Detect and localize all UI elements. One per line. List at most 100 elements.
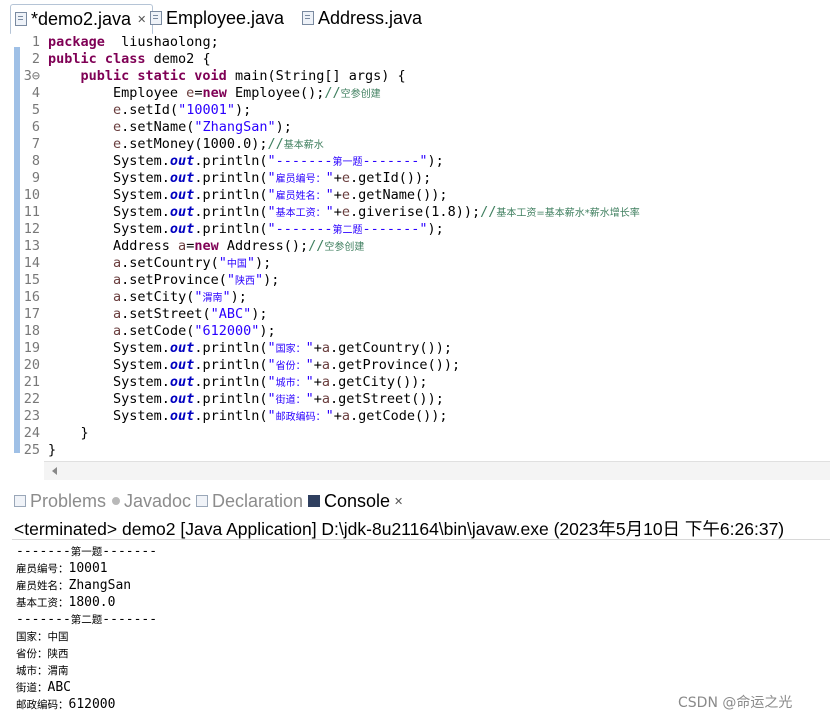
- code-token: +: [333, 170, 342, 186]
- code-line[interactable]: 13 Address a=new Address();//空参创建: [0, 238, 830, 255]
- code-line[interactable]: 6 e.setName("ZhangSan");: [0, 119, 830, 136]
- code-line[interactable]: 15 a.setProvince("陕西");: [0, 272, 830, 289]
- scroll-left-icon[interactable]: [52, 467, 57, 475]
- code-token: +: [333, 204, 342, 220]
- code-line[interactable]: 12 System.out.println("-------第二题-------…: [0, 221, 830, 238]
- tab-problems[interactable]: Problems: [14, 489, 106, 513]
- code-token: e: [113, 136, 122, 152]
- code-line[interactable]: 1 package liushaolong;: [0, 34, 830, 51]
- tab-demo2-java[interactable]: *demo2.java ✕: [10, 4, 154, 35]
- line-number: 4: [31, 85, 40, 101]
- code-text: e.setMoney(1000.0);//基本薪水: [48, 136, 324, 154]
- code-token: e: [341, 187, 351, 203]
- line-number: 13: [23, 238, 40, 254]
- code-line[interactable]: 18 a.setCode("612000");: [0, 323, 830, 340]
- code-line[interactable]: 7 e.setMoney(1000.0);//基本薪水: [0, 136, 830, 153]
- console-line: 雇员姓名：ZhangSan: [16, 577, 131, 594]
- code-token: //: [324, 85, 341, 101]
- close-icon[interactable]: ✕: [137, 13, 146, 26]
- code-token: a: [321, 357, 331, 373]
- code-token: ": [305, 340, 314, 356]
- code-token: liushaolong;: [104, 34, 219, 50]
- code-token: Address();: [218, 238, 309, 254]
- code-line[interactable]: 20 System.out.println("省份："+a.getProvinc…: [0, 357, 830, 374]
- tab-employee-java[interactable]: Employee.java: [150, 4, 284, 32]
- code-line[interactable]: 10 System.out.println("雇员姓名："+e.getName(…: [0, 187, 830, 204]
- code-token: .setId(: [121, 102, 179, 118]
- code-text: e.setId("10001");: [48, 102, 251, 119]
- code-line[interactable]: 14 a.setCountry("中国");: [0, 255, 830, 272]
- code-line[interactable]: 19 System.out.println("国家："+a.getCountry…: [0, 340, 830, 357]
- code-editor[interactable]: 1 package liushaolong; 2 public class demo2…: [0, 34, 830, 480]
- code-line[interactable]: 24 }: [0, 425, 830, 442]
- console-text: 第二题: [70, 614, 103, 626]
- declaration-icon: [196, 495, 208, 507]
- close-icon[interactable]: ✕: [394, 495, 403, 508]
- code-token: a: [321, 374, 331, 390]
- code-token: .getCode());: [350, 408, 448, 424]
- code-token: );: [230, 289, 247, 305]
- code-line[interactable]: 16 a.setCity("渭南");: [0, 289, 830, 306]
- code-line[interactable]: 9 System.out.println("雇员编号："+e.getId());: [0, 170, 830, 187]
- console-text: 雇员编号：: [16, 563, 69, 575]
- code-line[interactable]: 4 Employee e=new Employee();//空参创建: [0, 85, 830, 102]
- console-line: 雇员编号：10001: [16, 560, 108, 577]
- code-line[interactable]: 23 System.out.println("邮政编码："+a.getCode(…: [0, 408, 830, 425]
- code-token: 第二题: [332, 225, 363, 236]
- code-token: .println(: [194, 204, 268, 220]
- code-token: ": [267, 408, 276, 424]
- line-number: 14: [23, 255, 40, 271]
- code-token: System.: [48, 408, 170, 424]
- horizontal-scrollbar[interactable]: [44, 461, 830, 480]
- tab-address-java[interactable]: Address.java: [302, 4, 422, 32]
- code-line[interactable]: 3⊖ public static void main(String[] args…: [0, 68, 830, 85]
- tab-declaration[interactable]: Declaration: [196, 489, 303, 513]
- code-token: "-------: [267, 221, 333, 237]
- code-token: );: [255, 255, 272, 271]
- code-token: System.: [48, 221, 170, 237]
- code-token: .getCountry());: [330, 340, 452, 356]
- code-token: "10001": [178, 102, 235, 118]
- code-token: ": [267, 340, 276, 356]
- code-token: .setName(: [121, 119, 195, 135]
- line-number: 10: [23, 187, 40, 203]
- code-token: );: [234, 102, 252, 118]
- line-number: 2: [31, 51, 40, 67]
- code-line[interactable]: 5 e.setId("10001");: [0, 102, 830, 119]
- console-line: -------第二题-------: [16, 611, 157, 628]
- tab-label: Javadoc: [124, 490, 192, 511]
- code-token: .println(: [194, 187, 268, 203]
- code-token: "-------: [267, 153, 333, 169]
- code-token: +: [333, 408, 342, 424]
- code-token: "ZhangSan": [194, 119, 276, 135]
- code-text: System.out.println("-------第二题-------");: [48, 221, 444, 239]
- code-line[interactable]: 8 System.out.println("-------第一题-------"…: [0, 153, 830, 170]
- code-token: Employee: [48, 85, 187, 101]
- code-line[interactable]: 11 System.out.println("基本工资："+e.giverise…: [0, 204, 830, 221]
- code-line[interactable]: 21 System.out.println("城市："+a.getCity())…: [0, 374, 830, 391]
- code-token: out: [169, 221, 195, 237]
- code-line[interactable]: 2 public class demo2 {: [0, 51, 830, 68]
- code-line[interactable]: 17 a.setStreet("ABC");: [0, 306, 830, 323]
- code-token: 城市：: [275, 378, 306, 389]
- tab-console[interactable]: Console ✕: [308, 489, 403, 513]
- code-token: 国家：: [275, 344, 306, 355]
- code-token: ": [305, 374, 314, 390]
- console-line: -------第一题-------: [16, 543, 157, 560]
- code-line[interactable]: 25}: [0, 442, 830, 459]
- code-token: );: [427, 221, 444, 237]
- line-number: 9: [31, 170, 40, 186]
- line-number: 3⊖: [23, 68, 40, 84]
- tab-javadoc[interactable]: Javadoc: [112, 489, 191, 513]
- console-text: 雇员姓名：: [16, 580, 69, 592]
- tab-label: Problems: [30, 490, 107, 511]
- line-number: 22: [23, 391, 40, 407]
- code-token: 省份：: [275, 361, 306, 372]
- code-token: //: [480, 204, 497, 220]
- code-token: e: [113, 102, 122, 118]
- code-line[interactable]: 22 System.out.println("街道："+a.getStreet(…: [0, 391, 830, 408]
- code-text: a.setCode("612000");: [48, 323, 276, 340]
